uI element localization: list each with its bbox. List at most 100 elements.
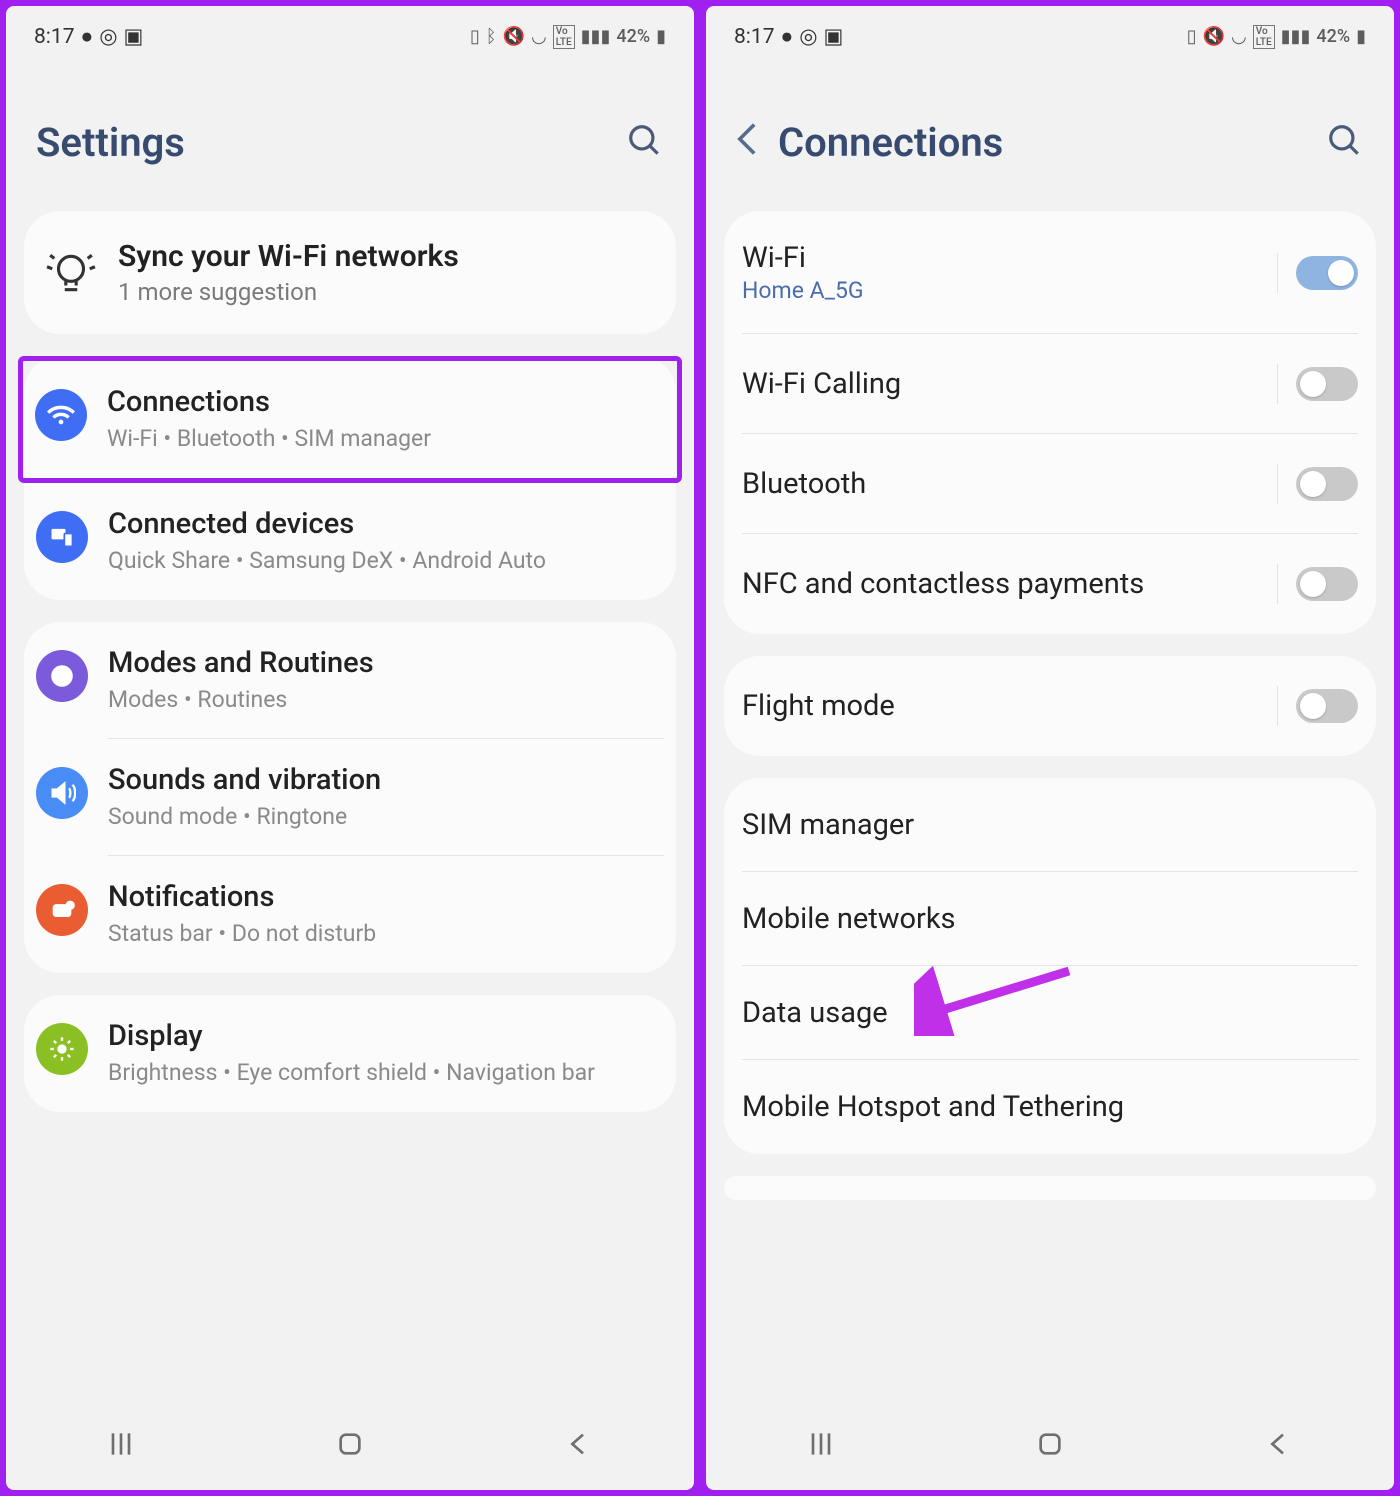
row-title: Mobile Hotspot and Tethering	[742, 1090, 1358, 1124]
search-button[interactable]	[1326, 122, 1364, 164]
settings-item-connections[interactable]: Connections Wi-Fi • Bluetooth • SIM mana…	[23, 361, 677, 478]
android-navbar	[6, 1406, 694, 1490]
settings-item-connected-devices[interactable]: Connected devices Quick Share • Samsung …	[24, 483, 676, 600]
image-icon: ▣	[824, 24, 844, 49]
back-button[interactable]	[563, 1428, 595, 1464]
status-time: 8:17	[34, 25, 75, 49]
connections-group-4-peek	[724, 1176, 1376, 1200]
volte-icon: VoLTE	[553, 25, 575, 49]
recents-button[interactable]	[105, 1428, 137, 1464]
sync-suggestion-card[interactable]: Sync your Wi-Fi networks 1 more suggesti…	[24, 211, 676, 334]
wifi-icon: ◡	[531, 26, 547, 47]
row-title: Mobile networks	[742, 902, 1358, 936]
settings-group-2: Modes and Routines Modes • Routines Soun…	[24, 622, 676, 973]
connections-highlight: Connections Wi-Fi • Bluetooth • SIM mana…	[18, 356, 682, 483]
divider	[1277, 364, 1278, 404]
wifi-icon	[35, 389, 87, 441]
connections-group-3: SIM manager Mobile networks Data usage M…	[724, 778, 1376, 1154]
connections-content: Wi-Fi Home A_5G Wi-Fi Calling Bluetooth …	[706, 211, 1394, 1406]
item-subtitle: Quick Share • Samsung DeX • Android Auto	[108, 545, 664, 576]
row-sim-manager[interactable]: SIM manager	[724, 778, 1376, 872]
item-subtitle: Wi-Fi • Bluetooth • SIM manager	[107, 423, 665, 454]
wifi-icon: ◡	[1231, 26, 1247, 47]
item-title: Connected devices	[108, 507, 664, 541]
row-nfc[interactable]: NFC and contactless payments	[724, 534, 1376, 634]
wifi-calling-toggle[interactable]	[1296, 367, 1358, 401]
divider	[1277, 464, 1278, 504]
connections-group-2: Flight mode	[724, 656, 1376, 756]
row-title: Wi-Fi Calling	[742, 367, 1259, 401]
status-time: 8:17	[734, 25, 775, 49]
battery-icon: ▮	[656, 26, 666, 47]
row-title: Wi-Fi	[742, 241, 1259, 275]
lightbulb-icon	[46, 248, 96, 298]
recents-button[interactable]	[805, 1428, 837, 1464]
nfc-toggle[interactable]	[1296, 567, 1358, 601]
signal-icon: ▮▮▮	[1281, 26, 1311, 47]
home-button[interactable]	[334, 1428, 366, 1464]
page-title: Settings	[36, 119, 185, 166]
battery-saver-icon: ▯	[1187, 26, 1197, 47]
row-title: Bluetooth	[742, 467, 1259, 501]
battery-saver-icon: ▯	[470, 26, 480, 47]
row-title: NFC and contactless payments	[742, 567, 1259, 601]
volte-icon: VoLTE	[1253, 25, 1275, 49]
settings-item-notifications[interactable]: Notifications Status bar • Do not distur…	[24, 856, 676, 973]
row-subtitle: Home A_5G	[742, 277, 1259, 304]
row-wifi-calling[interactable]: Wi-Fi Calling	[724, 334, 1376, 434]
item-title: Connections	[107, 385, 665, 419]
row-data-usage[interactable]: Data usage	[724, 966, 1376, 1060]
row-title: Flight mode	[742, 689, 1259, 723]
instagram-icon: ◎	[799, 24, 817, 49]
row-wifi[interactable]: Wi-Fi Home A_5G	[724, 211, 1376, 334]
settings-item-sounds-vibration[interactable]: Sounds and vibration Sound mode • Ringto…	[24, 739, 676, 856]
settings-header: Settings	[6, 59, 694, 211]
search-button[interactable]	[626, 122, 664, 164]
connections-header: Connections	[706, 59, 1394, 211]
modes-icon	[36, 650, 88, 702]
connections-group-1: Wi-Fi Home A_5G Wi-Fi Calling Bluetooth …	[724, 211, 1376, 634]
page-title: Connections	[778, 119, 1003, 166]
status-bar: 8:17 ● ◎ ▣ ▯ ᛒ 🔇 ◡ VoLTE ▮▮▮ 42% ▮	[6, 6, 694, 59]
settings-item-modes-routines[interactable]: Modes and Routines Modes • Routines	[24, 622, 676, 739]
mute-icon: 🔇	[1203, 26, 1225, 47]
status-bar: 8:17 ● ◎ ▣ ▯ 🔇 ◡ VoLTE ▮▮▮ 42% ▮	[706, 6, 1394, 59]
flight-mode-toggle[interactable]	[1296, 689, 1358, 723]
mute-icon: 🔇	[503, 26, 525, 47]
back-button[interactable]	[736, 121, 758, 164]
settings-group-3: Display Brightness • Eye comfort shield …	[24, 995, 676, 1112]
notifications-icon	[36, 884, 88, 936]
home-button[interactable]	[1034, 1428, 1066, 1464]
item-subtitle: Brightness • Eye comfort shield • Naviga…	[108, 1057, 664, 1088]
bluetooth-toggle[interactable]	[1296, 467, 1358, 501]
item-subtitle: Modes • Routines	[108, 684, 664, 715]
row-title: Data usage	[742, 996, 1358, 1030]
back-button[interactable]	[1263, 1428, 1295, 1464]
sound-icon	[36, 767, 88, 819]
item-subtitle: Status bar • Do not disturb	[108, 918, 664, 949]
row-mobile-networks[interactable]: Mobile networks	[724, 872, 1376, 966]
bluetooth-icon: ᛒ	[486, 26, 497, 47]
row-mobile-hotspot[interactable]: Mobile Hotspot and Tethering	[724, 1060, 1376, 1154]
item-title: Modes and Routines	[108, 646, 664, 680]
item-subtitle: Sound mode • Ringtone	[108, 801, 664, 832]
sync-title: Sync your Wi-Fi networks	[118, 239, 459, 274]
instagram-icon: ◎	[99, 24, 117, 49]
battery-percent: 42%	[1316, 26, 1350, 47]
chat-icon: ●	[781, 25, 794, 49]
settings-item-display[interactable]: Display Brightness • Eye comfort shield …	[24, 995, 676, 1112]
chat-icon: ●	[81, 25, 94, 49]
item-title: Sounds and vibration	[108, 763, 664, 797]
wifi-toggle[interactable]	[1296, 256, 1358, 290]
row-bluetooth[interactable]: Bluetooth	[724, 434, 1376, 534]
battery-percent: 42%	[616, 26, 650, 47]
settings-content: Sync your Wi-Fi networks 1 more suggesti…	[6, 211, 694, 1406]
row-flight-mode[interactable]: Flight mode	[724, 656, 1376, 756]
devices-icon	[36, 511, 88, 563]
item-title: Display	[108, 1019, 664, 1053]
signal-icon: ▮▮▮	[581, 26, 611, 47]
item-title: Notifications	[108, 880, 664, 914]
battery-icon: ▮	[1356, 26, 1366, 47]
settings-group-1: Connections Wi-Fi • Bluetooth • SIM mana…	[24, 356, 676, 600]
phone-left-settings: 8:17 ● ◎ ▣ ▯ ᛒ 🔇 ◡ VoLTE ▮▮▮ 42% ▮ Setti…	[6, 6, 694, 1490]
